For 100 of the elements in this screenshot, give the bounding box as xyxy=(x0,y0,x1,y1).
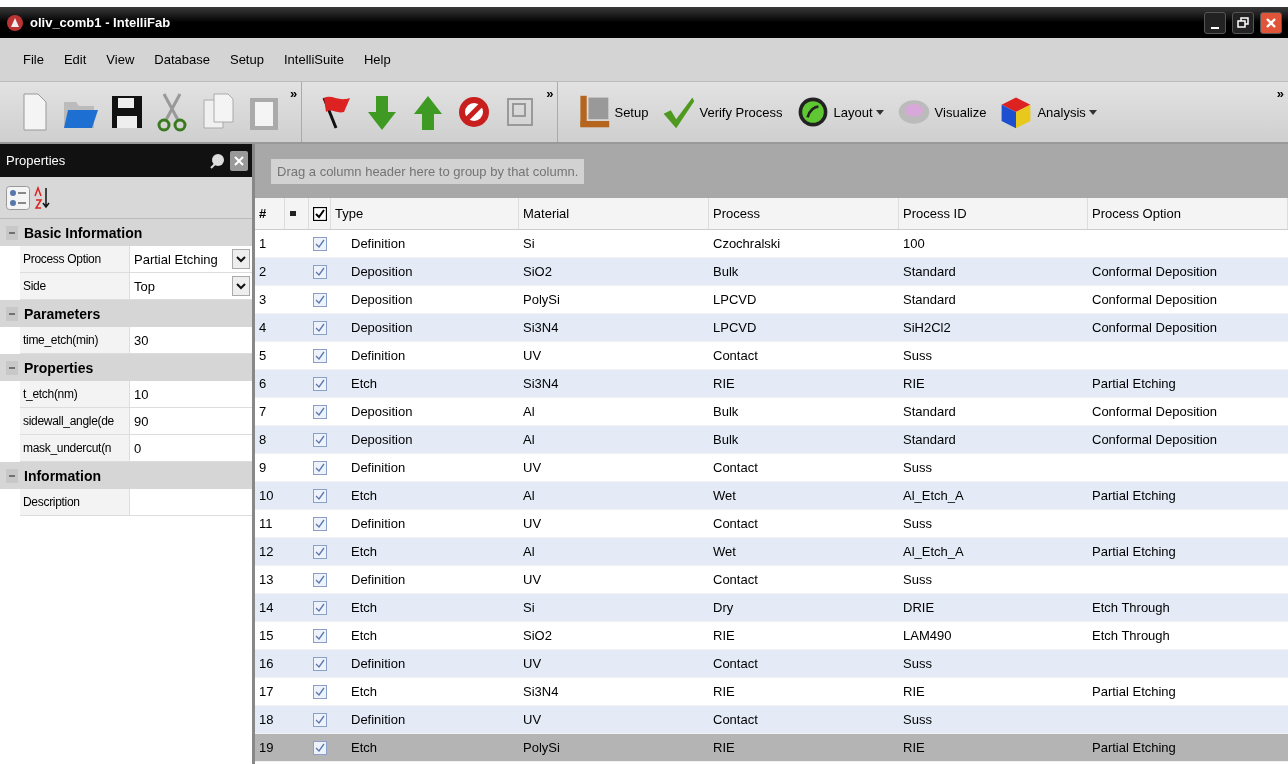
table-cell-text: Partial Etching xyxy=(1091,488,1177,503)
grid-row[interactable]: 19 Etch PolySi RIE RIE Partial Etching xyxy=(255,734,1288,762)
table-cell-text: Partial Etching xyxy=(1091,740,1177,755)
grid-row[interactable]: 18 Definition UV Contact Suss xyxy=(255,706,1288,734)
table-cell-text: RIE xyxy=(712,684,736,699)
checkbox[interactable] xyxy=(313,236,327,251)
app-logo-icon xyxy=(6,13,24,32)
row-number: 15 xyxy=(258,628,275,643)
checkbox[interactable] xyxy=(313,292,327,307)
table-cell-text: Wet xyxy=(712,544,737,559)
dropdown-button[interactable] xyxy=(232,249,250,269)
checkbox[interactable] xyxy=(313,656,327,671)
toolbar-button[interactable]: Visualize xyxy=(892,90,990,134)
grid-row[interactable]: 12 Etch Al Wet Al_Etch_A Partial Etching xyxy=(255,538,1288,566)
checkbox[interactable] xyxy=(313,488,327,503)
table-cell-text: Definition xyxy=(350,572,407,587)
table-cell-text: Contact xyxy=(712,712,759,727)
checkbox[interactable] xyxy=(313,572,327,587)
table-cell-text: Si xyxy=(522,600,536,615)
menu-item[interactable]: Edit xyxy=(54,48,96,71)
column-header[interactable]: # xyxy=(255,198,285,229)
overflow-chevron[interactable]: » xyxy=(1276,86,1284,101)
grid-row[interactable]: 16 Definition UV Contact Suss xyxy=(255,650,1288,678)
table-cell-text: Al xyxy=(522,544,536,559)
table-cell-text: Al_Etch_A xyxy=(902,488,965,503)
menu-item[interactable]: Setup xyxy=(220,48,273,71)
checkbox[interactable] xyxy=(313,740,327,755)
checkbox[interactable] xyxy=(313,376,327,391)
table-cell-text: Standard xyxy=(902,292,957,307)
checkbox[interactable] xyxy=(313,600,327,615)
category-header[interactable]: Properties xyxy=(0,354,252,381)
checkbox[interactable] xyxy=(313,320,327,335)
column-header[interactable]: Type xyxy=(331,198,519,229)
category-header[interactable]: Parameters xyxy=(0,300,252,327)
category-header[interactable]: Information xyxy=(0,462,252,489)
table-cell-text: Conformal Deposition xyxy=(1091,320,1218,335)
category-header[interactable]: Basic Information xyxy=(0,219,252,246)
table-cell-text: Conformal Deposition xyxy=(1091,292,1218,307)
menu-item[interactable]: Help xyxy=(354,48,400,71)
table-cell-text: Definition xyxy=(350,348,407,363)
toolbar-button[interactable]: Analysis xyxy=(995,90,1100,134)
menu-item[interactable]: IntelliSuite xyxy=(274,48,353,71)
table-cell-text: Suss xyxy=(902,656,933,671)
grid-row[interactable]: 8 Deposition Al Bulk Standard Conformal Deposition xyxy=(255,426,1288,454)
property-value[interactable]: 30 xyxy=(130,327,252,353)
grid-row[interactable]: 6 Etch Si3N4 RIE RIE Partial Etching xyxy=(255,370,1288,398)
property-value[interactable]: 90 xyxy=(130,408,252,434)
dropdown-button[interactable] xyxy=(232,276,250,296)
minimize-button[interactable] xyxy=(1204,11,1226,34)
menu-item[interactable]: View xyxy=(97,48,144,71)
toolbar-button[interactable]: Setup xyxy=(572,90,652,134)
checkbox[interactable] xyxy=(313,544,327,559)
checkbox[interactable] xyxy=(313,516,327,531)
table-cell-text: RIE xyxy=(902,376,926,391)
checkbox[interactable] xyxy=(313,628,327,643)
column-header[interactable]: Process ID xyxy=(899,198,1088,229)
dropdown-field[interactable]: Partial Etching xyxy=(130,246,252,272)
collapse-icon[interactable] xyxy=(6,468,18,483)
table-cell-text: Contact xyxy=(712,516,759,531)
menu-item[interactable]: Database xyxy=(145,48,219,71)
checkbox[interactable] xyxy=(313,432,327,447)
overflow-chevron[interactable]: » xyxy=(290,86,298,101)
property-value[interactable]: 0 xyxy=(130,435,252,461)
table-cell-text: Suss xyxy=(902,516,933,531)
toolbar-button[interactable]: Verify Process xyxy=(657,90,786,134)
close-icon[interactable] xyxy=(230,150,248,171)
table-cell-text: Suss xyxy=(902,460,933,475)
collapse-icon[interactable] xyxy=(6,225,18,240)
grid-row[interactable]: 10 Etch Al Wet Al_Etch_A Partial Etching xyxy=(255,482,1288,510)
checkbox[interactable] xyxy=(313,206,327,221)
close-button[interactable] xyxy=(1260,11,1282,34)
checkbox[interactable] xyxy=(313,712,327,727)
collapse-icon[interactable] xyxy=(6,306,18,321)
column-header[interactable]: Process Option xyxy=(1088,198,1288,229)
checkbox[interactable] xyxy=(313,404,327,419)
table-cell-text: Deposition xyxy=(350,432,414,447)
column-header[interactable]: Material xyxy=(519,198,709,229)
dropdown-field[interactable]: Top xyxy=(130,273,252,299)
row-number: 10 xyxy=(258,488,275,503)
checkbox[interactable] xyxy=(313,348,327,363)
table-cell-text: Definition xyxy=(350,516,407,531)
table-cell-text: Etch xyxy=(350,488,378,503)
column-header[interactable]: Process xyxy=(709,198,899,229)
overflow-chevron[interactable]: » xyxy=(546,86,554,101)
collapse-icon[interactable] xyxy=(6,360,18,375)
row-number: 7 xyxy=(258,404,268,419)
checkbox[interactable] xyxy=(313,460,327,475)
toolbar-button[interactable]: Layout xyxy=(791,90,887,134)
checkbox[interactable] xyxy=(313,684,327,699)
table-cell-text: Conformal Deposition xyxy=(1091,432,1218,447)
menu-item[interactable]: File xyxy=(14,48,53,71)
restore-button[interactable] xyxy=(1232,11,1254,34)
sort-alphabetical-icon[interactable] xyxy=(34,185,50,210)
checkbox[interactable] xyxy=(313,264,327,279)
row-number: 6 xyxy=(258,376,268,391)
grid-row[interactable]: 14 Etch Si Dry DRIE Etch Through xyxy=(255,594,1288,622)
property-value[interactable]: 10 xyxy=(130,381,252,407)
grid-row[interactable]: 2 Deposition SiO2 Bulk Standard Conformal Deposition xyxy=(255,258,1288,286)
categorized-icon[interactable] xyxy=(6,185,30,210)
grid-row[interactable]: 4 Deposition Si3N4 LPCVD SiH2Cl2 Conformal Deposition xyxy=(255,314,1288,342)
